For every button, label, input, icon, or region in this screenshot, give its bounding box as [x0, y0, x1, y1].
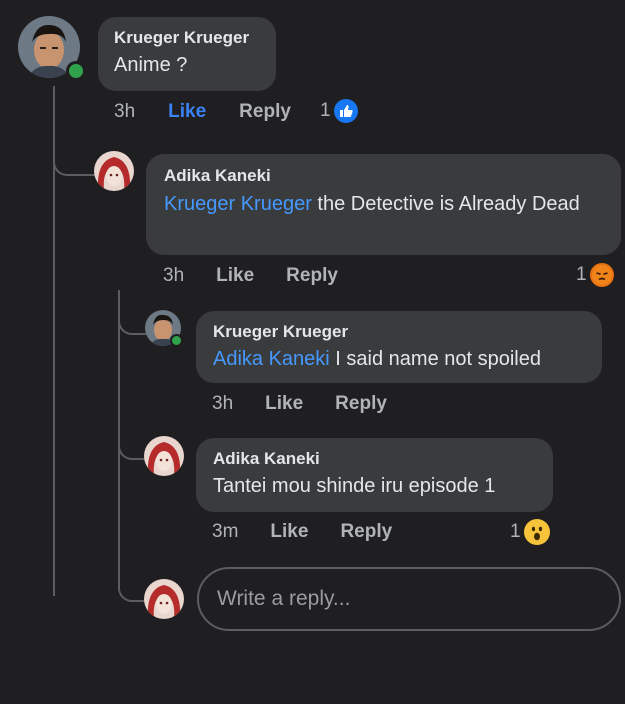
angry-icon — [589, 263, 614, 287]
reaction-count: 1 — [320, 100, 331, 121]
reaction-count: 1 — [576, 264, 587, 285]
reaction-count: 1 — [510, 521, 521, 542]
mention-link[interactable]: Adika Kaneki — [213, 348, 330, 370]
comment-author[interactable]: Adika Kaneki — [164, 166, 603, 186]
reply-input[interactable] — [197, 567, 621, 631]
reaction-summary[interactable]: 1 — [320, 99, 358, 123]
thread-line-branch-4 — [118, 570, 146, 602]
wow-icon — [523, 519, 550, 545]
comment-author[interactable]: Krueger Krueger — [213, 322, 585, 342]
comment-text: Tantei mou shinde iru episode 1 — [213, 475, 496, 497]
avatar[interactable] — [144, 436, 184, 476]
comment-timestamp[interactable]: 3h — [114, 101, 135, 123]
comment-timestamp[interactable]: 3h — [212, 393, 233, 415]
comment-text: Krueger Krueger the Detective is Already… — [164, 193, 580, 215]
comment-author[interactable]: Krueger Krueger — [114, 28, 260, 48]
comment-text: Adika Kaneki I said name not spoiled — [213, 348, 541, 370]
avatar[interactable] — [94, 151, 134, 191]
reaction-summary[interactable]: 1 — [510, 519, 550, 545]
like-button[interactable]: Like — [265, 393, 303, 415]
reply-button[interactable]: Reply — [335, 393, 387, 415]
comment-actions: 3h Like Reply — [114, 101, 291, 123]
reply-button[interactable]: Reply — [239, 101, 291, 123]
comment-bubble: Adika Kaneki Tantei mou shinde iru episo… — [196, 438, 553, 512]
thread-line-branch-3 — [118, 432, 146, 460]
comment-bubble: Krueger Krueger Adika Kaneki I said name… — [196, 311, 602, 383]
thread-line-branch-2 — [118, 305, 146, 335]
online-status-dot — [170, 334, 183, 347]
comment-actions: 3m Like Reply — [212, 521, 392, 543]
comment-bubble: Adika Kaneki Krueger Krueger the Detecti… — [146, 154, 621, 255]
thumbs-up-icon — [333, 99, 358, 123]
comment-bubble: Krueger Krueger Anime ? — [98, 17, 276, 91]
comment-actions: 3h Like Reply — [163, 265, 338, 287]
like-button[interactable]: Like — [216, 265, 254, 287]
reply-button[interactable]: Reply — [286, 265, 338, 287]
comment-text: Anime ? — [114, 54, 188, 76]
reply-button[interactable]: Reply — [340, 521, 392, 543]
online-status-dot — [66, 61, 86, 81]
comment-author[interactable]: Adika Kaneki — [213, 449, 536, 469]
mention-link[interactable]: Krueger Krueger — [164, 193, 312, 215]
like-button[interactable]: Like — [168, 101, 206, 123]
comment-actions: 3h Like Reply — [212, 393, 387, 415]
comment-timestamp[interactable]: 3m — [212, 521, 238, 543]
thread-line-sub — [118, 290, 120, 580]
thread-line-branch-1 — [53, 146, 95, 176]
avatar — [144, 579, 184, 619]
reaction-summary[interactable]: 1 — [576, 263, 614, 287]
like-button[interactable]: Like — [270, 521, 308, 543]
comment-timestamp[interactable]: 3h — [163, 265, 184, 287]
